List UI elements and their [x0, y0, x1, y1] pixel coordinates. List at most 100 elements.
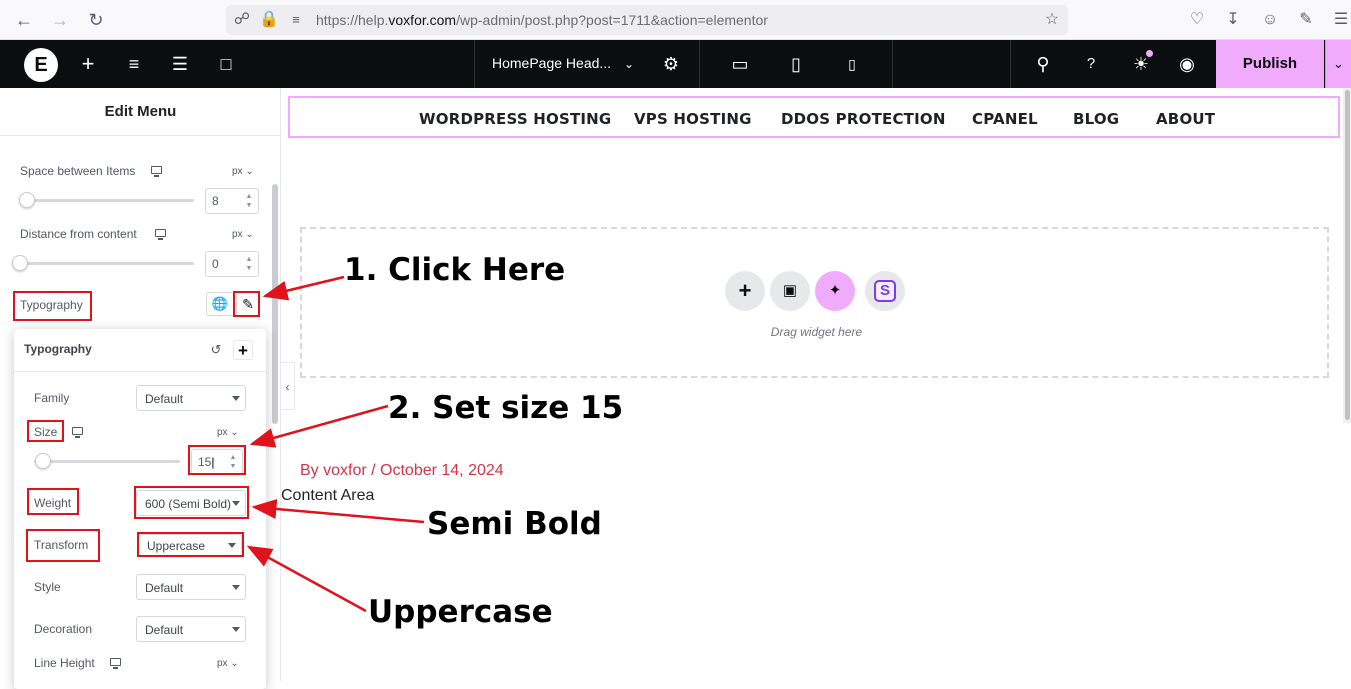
stepper-icon[interactable]: ▲ ▼: [243, 192, 255, 210]
slider-handle[interactable]: [19, 192, 35, 208]
highlight-size-label: [27, 420, 64, 442]
slider-handle[interactable]: [12, 255, 28, 271]
elementor-logo[interactable]: E: [24, 48, 58, 82]
line-height-label: Line Height: [34, 656, 95, 670]
nav-item-blog[interactable]: BLOG: [1073, 110, 1119, 128]
reset-icon[interactable]: ↺: [207, 341, 225, 359]
nav-item-about[interactable]: ABOUT: [1156, 110, 1215, 128]
chevron-down-icon: ⌄: [623, 57, 635, 71]
slider-handle[interactable]: [35, 453, 51, 469]
responsive-desktop-icon[interactable]: [151, 166, 162, 177]
templates-folder-icon[interactable]: ▣: [770, 271, 810, 311]
mobile-icon[interactable]: ▯: [840, 52, 864, 76]
annotation-semi-bold: Semi Bold: [427, 506, 602, 542]
ai-sparkle-icon[interactable]: ✦: [815, 271, 855, 311]
highlight-pencil-button: [233, 291, 260, 317]
annotation-step1: 1. Click Here: [344, 252, 566, 288]
highlight-transform-label: [26, 529, 100, 562]
responsive-devices: ▭ ▯ ▯: [700, 40, 893, 88]
unit-selector[interactable]: px ⌄: [232, 229, 254, 240]
url-text[interactable]: https://help.voxfor.com/wp-admin/post.ph…: [316, 12, 768, 28]
family-label: Family: [34, 391, 70, 405]
unit-selector[interactable]: px ⌄: [232, 166, 254, 177]
text-decoration-select[interactable]: Default: [136, 616, 246, 642]
collapse-panel-chevron-icon[interactable]: ‹: [281, 362, 295, 410]
starter-template-icon[interactable]: S: [865, 271, 905, 311]
canvas-scrollbar-thumb[interactable]: [1345, 90, 1350, 420]
document-title: HomePage Head...: [492, 55, 612, 71]
divider: [14, 371, 266, 372]
decoration-label: Decoration: [34, 622, 93, 636]
stepper-icon[interactable]: ▲ ▼: [243, 255, 255, 273]
space-between-items-label: Space between Items: [20, 164, 136, 178]
unit-selector[interactable]: px ⌄: [217, 427, 239, 438]
caret-down-icon: [232, 627, 240, 632]
distance-from-content-input[interactable]: 0 ▲ ▼: [205, 251, 259, 277]
global-typography-icon[interactable]: 🌐: [206, 292, 234, 316]
nav-item-cpanel[interactable]: CPANEL: [972, 110, 1038, 128]
downloads-icon[interactable]: ↧: [1223, 10, 1243, 30]
panel-title: Edit Menu: [0, 88, 281, 136]
reload-icon[interactable]: ↻: [85, 9, 107, 31]
right-tools: ⚲ ? ☀ ◉: [1010, 40, 1216, 88]
distance-from-content-label: Distance from content: [20, 227, 137, 241]
annotation-step2: 2. Set size 15: [388, 390, 624, 426]
highlight-transform-select: [137, 532, 244, 557]
font-style-select[interactable]: Default: [136, 574, 246, 600]
document-title-dropdown[interactable]: HomePage Head... ⌄ ⚙: [474, 40, 700, 88]
nav-menu: WORDPRESS HOSTING VPS HOSTING DDOS PROTE…: [288, 96, 1340, 138]
content-area-text: Content Area: [281, 487, 375, 504]
search-icon[interactable]: ⚲: [1031, 52, 1055, 76]
extensions-icon[interactable]: ✎: [1296, 10, 1316, 30]
add-global-font-icon[interactable]: +: [233, 340, 253, 360]
space-between-items-input[interactable]: 8 ▲ ▼: [205, 188, 259, 214]
annotation-uppercase: Uppercase: [368, 594, 553, 630]
panel-scrollbar[interactable]: [272, 184, 278, 424]
style-label: Style: [34, 580, 61, 594]
nav-item-ddos-protection[interactable]: DDOS PROTECTION: [781, 110, 946, 128]
responsive-desktop-icon[interactable]: [110, 658, 121, 669]
back-icon[interactable]: ←: [13, 9, 35, 31]
notification-dot: [1146, 50, 1153, 57]
bookmark-star-icon[interactable]: ☆: [1042, 10, 1062, 30]
account-icon[interactable]: ☺: [1260, 10, 1280, 30]
permissions-icon[interactable]: ≡: [286, 10, 306, 30]
menu-icon[interactable]: ☰: [1331, 10, 1351, 30]
highlight-typography-label: [13, 291, 92, 321]
structure-layers-icon[interactable]: ☰: [168, 52, 192, 76]
desktop-icon[interactable]: ▭: [728, 52, 752, 76]
publish-options-chevron-icon[interactable]: ⌄: [1325, 40, 1351, 88]
help-icon[interactable]: ?: [1079, 52, 1103, 76]
lock-icon[interactable]: 🔒: [259, 10, 279, 30]
drop-zone[interactable]: + ▣ ✦ S Drag widget here: [300, 227, 1329, 378]
publish-button[interactable]: Publish: [1216, 40, 1324, 88]
unit-selector[interactable]: px ⌄: [217, 658, 239, 669]
slider-track[interactable]: [34, 460, 180, 463]
highlight-weight-select: [134, 486, 249, 519]
browser-toolbar: ← → ↻ ☍ 🔒 ≡ https://help.voxfor.com/wp-a…: [0, 0, 1351, 40]
nav-item-wordpress-hosting[interactable]: WORDPRESS HOSTING: [419, 110, 611, 128]
caret-down-icon: [232, 396, 240, 401]
post-meta: By voxfor / October 14, 2024: [300, 462, 504, 479]
add-new-container-icon[interactable]: +: [725, 271, 765, 311]
font-family-select[interactable]: Default: [136, 385, 246, 411]
caret-down-icon: [232, 585, 240, 590]
tablet-icon[interactable]: ▯: [784, 52, 808, 76]
page-settings-gear-icon[interactable]: ⚙: [659, 52, 683, 76]
forward-icon[interactable]: →: [49, 9, 71, 31]
shield-icon[interactable]: ☍: [232, 10, 252, 30]
nav-item-vps-hosting[interactable]: VPS HOSTING: [634, 110, 752, 128]
highlight-weight-label: [27, 488, 79, 515]
comments-icon[interactable]: □: [214, 52, 238, 76]
slider-track[interactable]: [20, 199, 194, 202]
responsive-desktop-icon[interactable]: [155, 229, 166, 240]
slider-track[interactable]: [20, 262, 194, 265]
responsive-desktop-icon[interactable]: [72, 427, 83, 438]
address-bar[interactable]: ☍ 🔒 ≡ https://help.voxfor.com/wp-admin/p…: [226, 5, 1068, 35]
pocket-icon[interactable]: ♡: [1187, 10, 1207, 30]
preview-eye-icon[interactable]: ◉: [1175, 52, 1199, 76]
drag-widget-text: Drag widget here: [770, 325, 863, 339]
site-settings-icon[interactable]: ≡: [122, 52, 146, 76]
add-element-icon[interactable]: +: [76, 52, 100, 76]
popover-title: Typography: [24, 342, 92, 356]
